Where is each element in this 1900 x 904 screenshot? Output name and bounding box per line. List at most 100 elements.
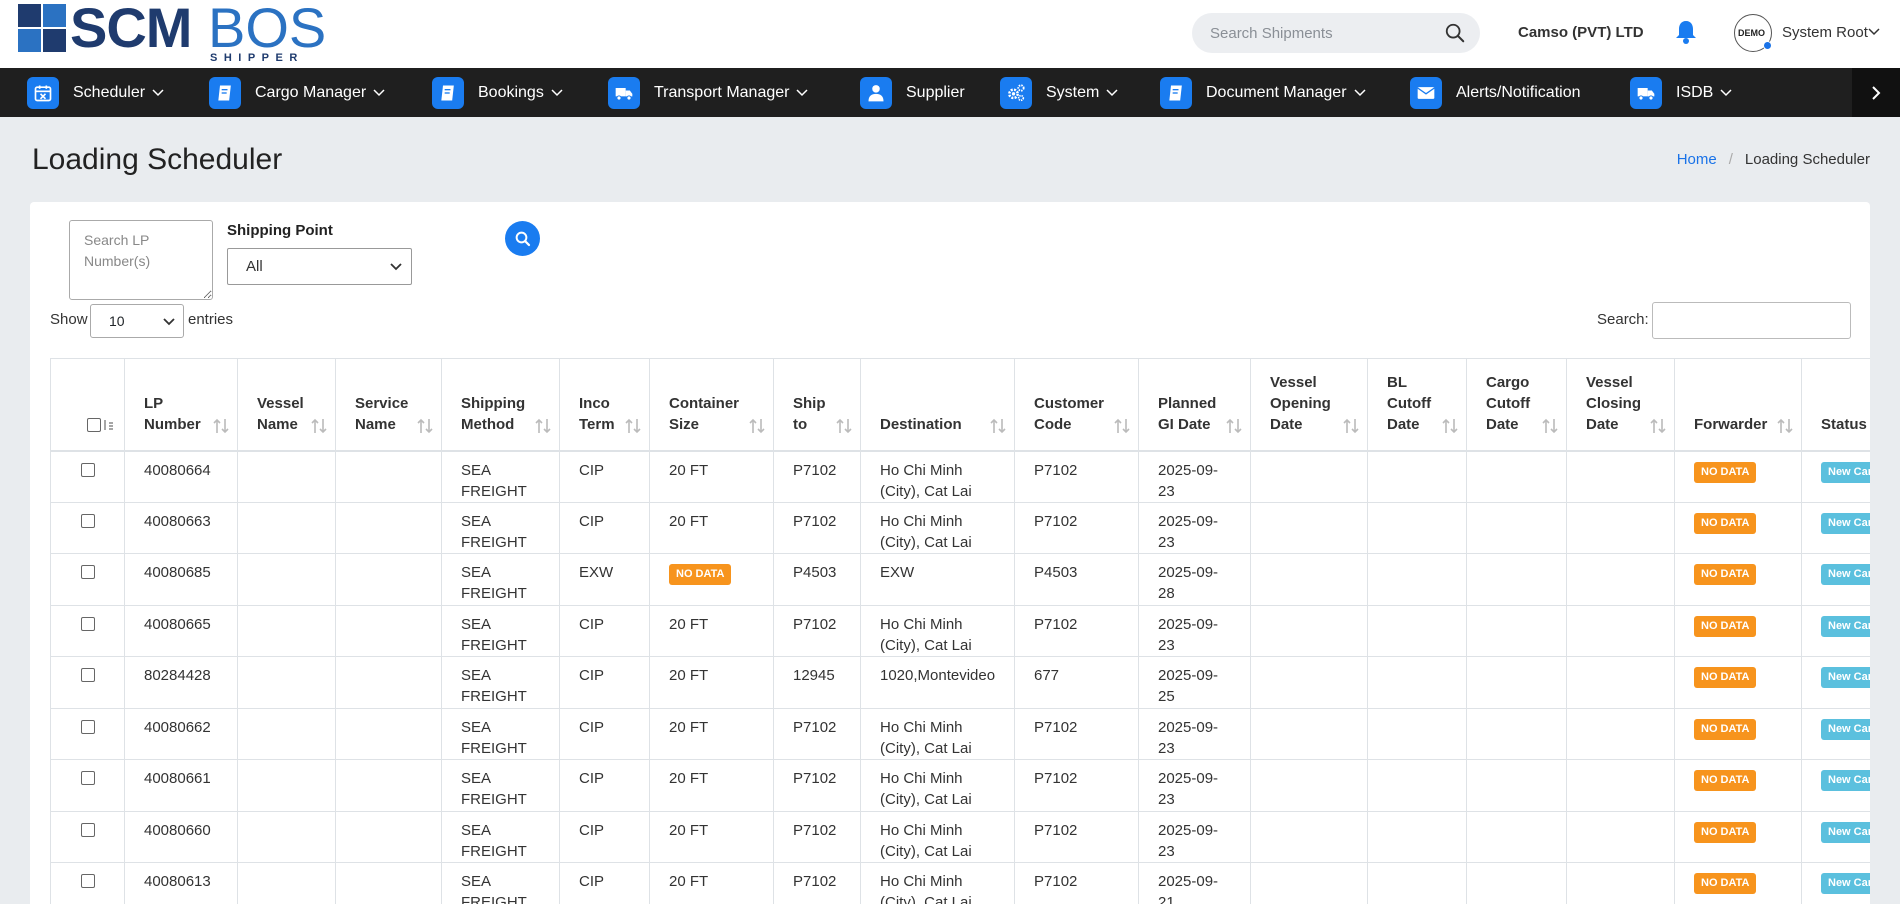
select-all-header[interactable] [50, 358, 125, 452]
service-name-cell [335, 759, 442, 812]
table-row[interactable]: 40080664 SEA FREIGHT CIP 20 FT P7102 Ho Chi M… [50, 450, 1870, 503]
nav-item-cargo-manager[interactable]: Cargo Manager [209, 68, 385, 117]
shipment-search [1192, 13, 1480, 53]
row-checkbox[interactable] [80, 771, 95, 785]
no-data-badge: NO DATA [1694, 461, 1757, 483]
column-header-vessel-name[interactable]: Vessel Name [237, 358, 336, 452]
search-button[interactable] [505, 221, 540, 256]
entries-per-page-select[interactable]: 10 [90, 304, 184, 338]
sort-icon[interactable] [749, 417, 765, 435]
row-checkbox[interactable] [80, 565, 95, 579]
book-icon [1160, 76, 1192, 109]
search-icon[interactable] [1444, 22, 1466, 44]
sort-icon[interactable] [213, 417, 229, 435]
shipping-point-select[interactable]: All [227, 248, 412, 285]
column-header-label: Vessel Closing Date [1586, 373, 1641, 433]
table-row[interactable]: 40080660 SEA FREIGHT CIP 20 FT P7102 Ho Chi M… [50, 811, 1870, 863]
column-header-shipping-method[interactable]: Shipping Method [441, 358, 560, 452]
inco-term-cell: EXW [559, 553, 650, 606]
table-row[interactable]: 40080665 SEA FREIGHT CIP 20 FT P7102 Ho Chi M… [50, 605, 1870, 657]
bell-icon[interactable] [1674, 19, 1698, 45]
user-menu[interactable]: System Root [1782, 24, 1868, 41]
column-header-planned-gi-date[interactable]: Planned GI Date [1138, 358, 1251, 452]
vessel-opening-date-cell [1250, 759, 1368, 812]
sort-icon[interactable] [1542, 417, 1558, 435]
shipping-point-label: Shipping Point [227, 222, 333, 239]
column-header-cargo-cutoff-date[interactable]: Cargo Cutoff Date [1466, 358, 1567, 452]
planned-gi-date-cell: 2025-09-25 [1138, 656, 1251, 709]
sort-icon[interactable] [836, 417, 852, 435]
service-name-cell [335, 605, 442, 657]
breadcrumb-home[interactable]: Home [1677, 151, 1717, 168]
row-checkbox[interactable] [80, 616, 95, 631]
table-row[interactable]: 80284428 SEA FREIGHT CIP 20 FT 12945 1020,Mon… [50, 656, 1870, 709]
column-header-lp-number[interactable]: LP Number [124, 358, 238, 452]
sort-icon[interactable] [1114, 417, 1130, 435]
container-size-cell: 20 FT [649, 862, 774, 904]
vessel-opening-date-cell [1250, 708, 1368, 760]
nav-item-alerts-notification[interactable]: Alerts/Notification [1410, 68, 1581, 117]
nav-scroll-right-button[interactable] [1852, 68, 1900, 117]
sort-icon[interactable] [1226, 417, 1242, 435]
table-row[interactable]: 40080663 SEA FREIGHT CIP 20 FT P7102 Ho Chi M… [50, 502, 1870, 554]
no-data-badge: NO DATA [1694, 667, 1757, 688]
row-checkbox[interactable] [80, 719, 95, 734]
sort-icon[interactable] [625, 417, 641, 435]
sort-icon[interactable] [535, 417, 551, 435]
no-data-badge: NO DATA [1694, 564, 1757, 585]
column-header-container-size[interactable]: Container Size [649, 358, 774, 452]
table-search-input[interactable] [1652, 302, 1851, 339]
sort-icon[interactable] [102, 418, 114, 432]
avatar[interactable]: DEMO [1734, 14, 1772, 52]
nav-item-scheduler[interactable]: Scheduler [27, 68, 164, 117]
select-all-checkbox[interactable] [87, 417, 101, 432]
column-header-service-name[interactable]: Service Name [335, 358, 442, 452]
chevron-down-icon[interactable] [1868, 28, 1880, 36]
row-checkbox[interactable] [80, 462, 95, 477]
column-header-destination[interactable]: Destination [860, 358, 1015, 452]
status-badge: New Cargo [1821, 512, 1870, 534]
planned-gi-date-cell: 2025-09-23 [1138, 502, 1251, 554]
status-badge: New Cargo [1821, 667, 1870, 688]
table-row[interactable]: 40080685 SEA FREIGHT EXW NO DATA P4503 EXW P45… [50, 553, 1870, 606]
bl-cutoff-date-cell [1367, 708, 1467, 760]
column-header-ship-to[interactable]: Ship to [773, 358, 861, 452]
row-checkbox[interactable] [80, 874, 95, 888]
column-header-inco-term[interactable]: Inco Term [559, 358, 650, 452]
shipment-search-input[interactable] [1210, 22, 1430, 44]
scm-bos-logo[interactable]: SCM BOS SHIPPER [18, 0, 326, 66]
column-header-vessel-closing-date[interactable]: Vessel Closing Date [1566, 358, 1675, 452]
column-header-bl-cutoff-date[interactable]: BL Cutoff Date [1367, 358, 1467, 452]
sort-icon[interactable] [1650, 417, 1666, 435]
nav-item-document-manager[interactable]: Document Manager [1160, 68, 1366, 117]
column-header-vessel-opening-date[interactable]: Vessel Opening Date [1250, 358, 1368, 452]
chevron-down-icon [551, 88, 563, 96]
vessel-name-cell [237, 553, 336, 606]
sort-icon[interactable] [1343, 417, 1359, 435]
lp-number-search-input[interactable] [69, 220, 213, 300]
column-header-label: Container Size [669, 394, 740, 433]
column-header-forwarder[interactable]: Forwarder [1674, 358, 1802, 452]
nav-item-transport-manager[interactable]: Transport Manager [608, 68, 808, 117]
row-checkbox[interactable] [80, 513, 95, 528]
row-checkbox[interactable] [80, 822, 95, 837]
customer-code-cell: P7102 [1014, 759, 1139, 812]
loading-schedule-table-wrap: LP Number Vessel Name Service Name Shipping… [50, 358, 1870, 904]
sort-icon[interactable] [417, 417, 433, 435]
nav-item-system[interactable]: System [1000, 68, 1118, 117]
table-row[interactable]: 40080613 SEA FREIGHT CIP 20 FT P7102 Ho Chi M… [50, 862, 1870, 904]
sort-icon[interactable] [1777, 417, 1793, 435]
sort-icon[interactable] [990, 417, 1006, 435]
nav-item-bookings[interactable]: Bookings [432, 68, 563, 117]
row-checkbox[interactable] [80, 668, 95, 682]
sort-icon[interactable] [1442, 417, 1458, 435]
column-header-customer-code[interactable]: Customer Code [1014, 358, 1139, 452]
column-header-status[interactable]: Status [1801, 358, 1870, 452]
sort-icon[interactable] [311, 417, 327, 435]
vessel-opening-date-cell [1250, 502, 1368, 554]
table-row[interactable]: 40080661 SEA FREIGHT CIP 20 FT P7102 Ho Chi M… [50, 759, 1870, 812]
table-row[interactable]: 40080662 SEA FREIGHT CIP 20 FT P7102 Ho Chi M… [50, 708, 1870, 760]
nav-item-isdb[interactable]: ISDB [1630, 68, 1732, 117]
nav-item-supplier[interactable]: Supplier [860, 68, 965, 117]
chevron-down-icon [152, 88, 164, 96]
